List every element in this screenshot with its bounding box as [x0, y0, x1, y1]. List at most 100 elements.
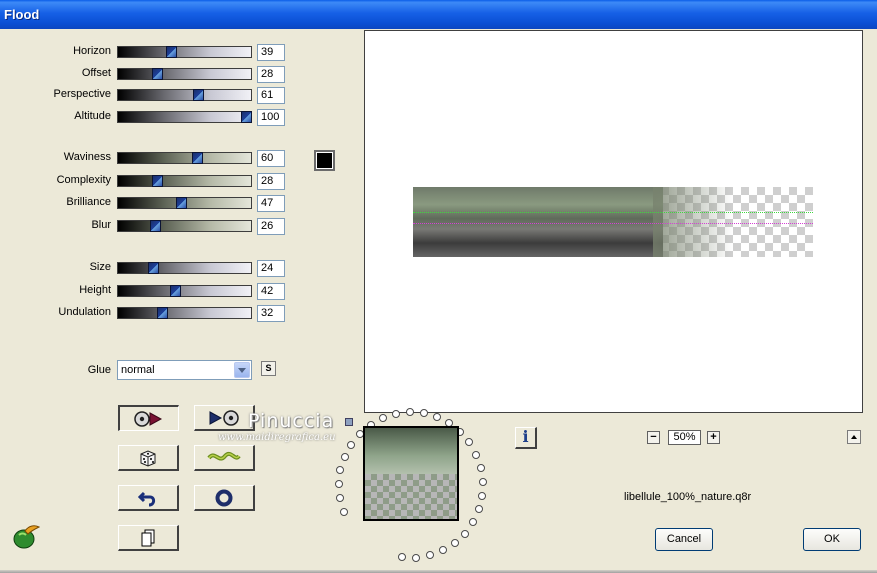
slider-thumb[interactable]: [193, 89, 205, 101]
ring-dot[interactable]: [476, 463, 485, 472]
ring-dot[interactable]: [347, 440, 356, 449]
slider-thumb[interactable]: [169, 285, 181, 297]
copy-button[interactable]: [118, 525, 179, 551]
slider-value-field[interactable]: 47: [257, 195, 285, 212]
slider-row-undulation: Undulation 32: [0, 305, 300, 322]
preview-photo-region: [413, 187, 663, 257]
reset-left-button[interactable]: [118, 405, 179, 431]
slider-thumb[interactable]: [157, 307, 169, 319]
slider-row-brilliance: Brilliance 47: [0, 195, 300, 212]
ring-dot[interactable]: [335, 480, 343, 489]
slider-track-undulation[interactable]: [117, 307, 252, 319]
zoom-level: 50%: [668, 430, 701, 445]
slider-track-horizon[interactable]: [117, 46, 252, 58]
glue-select[interactable]: normal: [117, 360, 252, 380]
reset-right-button[interactable]: [194, 405, 255, 431]
slider-track-altitude[interactable]: [117, 111, 252, 123]
slider-track-complexity[interactable]: [117, 175, 252, 187]
ring-dot[interactable]: [425, 551, 434, 560]
ring-dot[interactable]: [391, 409, 400, 418]
slider-label: Blur: [91, 219, 111, 231]
slider-value-field[interactable]: 28: [257, 66, 285, 83]
undo-button[interactable]: [118, 485, 179, 511]
ring-dot[interactable]: [419, 409, 428, 418]
zoom-in-button[interactable]: +: [707, 431, 720, 444]
ring-dot[interactable]: [412, 553, 421, 562]
wave-icon: [207, 451, 241, 461]
ring-dot[interactable]: [405, 408, 414, 416]
ring-dot[interactable]: [460, 529, 469, 538]
watermark-name: Pinuccia: [248, 410, 335, 432]
ring-dot[interactable]: [478, 477, 487, 486]
ring-dot[interactable]: [432, 412, 441, 421]
info-button[interactable]: i: [515, 427, 537, 449]
slider-thumb[interactable]: [152, 175, 164, 187]
ring-dot[interactable]: [472, 450, 481, 459]
slider-thumb[interactable]: [147, 262, 159, 274]
ring-dot[interactable]: [474, 505, 483, 514]
slider-track-waviness[interactable]: [117, 152, 252, 164]
ring-dot[interactable]: [398, 553, 407, 562]
thumbnail-photo: [365, 428, 457, 474]
preview-canvas[interactable]: [364, 30, 863, 413]
slider-track-brilliance[interactable]: [117, 197, 252, 209]
slider-row-size: Size 24: [0, 260, 300, 277]
glue-select-value: normal: [121, 364, 155, 376]
slider-value-field[interactable]: 42: [257, 283, 285, 300]
slider-track-height[interactable]: [117, 285, 252, 297]
slider-row-complexity: Complexity 28: [0, 173, 300, 190]
ring-dot[interactable]: [336, 494, 345, 503]
random-button[interactable]: [118, 445, 179, 471]
ring-dot[interactable]: [450, 539, 459, 548]
ring-dot[interactable]: [468, 518, 477, 527]
slider-value-field[interactable]: 28: [257, 173, 285, 190]
wave-button[interactable]: [194, 445, 255, 471]
slider-value-field[interactable]: 32: [257, 305, 285, 322]
slider-thumb[interactable]: [241, 111, 252, 123]
slider-value-field[interactable]: 26: [257, 218, 285, 235]
ok-button[interactable]: OK: [803, 528, 861, 551]
slider-track-perspective[interactable]: [117, 89, 252, 101]
slider-row-height: Height 42: [0, 283, 300, 300]
navigator-thumbnail[interactable]: [363, 426, 459, 521]
slider-thumb[interactable]: [191, 152, 203, 164]
flood-preview-image: [413, 187, 813, 257]
slider-thumb[interactable]: [165, 46, 177, 58]
slider-track-offset[interactable]: [117, 68, 252, 80]
slider-value-field[interactable]: 60: [257, 150, 285, 167]
cancel-button[interactable]: Cancel: [655, 528, 713, 551]
slider-row-perspective: Perspective 61: [0, 87, 300, 104]
title-bar: Flood: [0, 0, 877, 29]
slider-track-size[interactable]: [117, 262, 252, 274]
glue-label: Glue: [87, 364, 111, 376]
glue-s-button[interactable]: S: [261, 361, 276, 376]
waterline-guide-line[interactable]: [413, 223, 813, 224]
ring-button[interactable]: [194, 485, 255, 511]
slider-track-blur[interactable]: [117, 220, 252, 232]
ring-handle-start[interactable]: [345, 418, 353, 426]
color-swatch[interactable]: [314, 150, 335, 171]
panel-toggle-up-icon[interactable]: [847, 430, 861, 444]
ring-dot[interactable]: [378, 413, 387, 422]
ring-icon: [215, 489, 233, 506]
ring-dot[interactable]: [465, 438, 474, 447]
slider-thumb[interactable]: [152, 68, 164, 80]
slider-thumb[interactable]: [175, 197, 187, 209]
slider-row-altitude: Altitude 100: [0, 109, 300, 126]
ring-dot[interactable]: [438, 546, 447, 555]
ring-dot[interactable]: [336, 466, 345, 475]
chevron-down-icon[interactable]: [234, 362, 250, 378]
slider-label: Offset: [81, 67, 111, 79]
slider-thumb[interactable]: [149, 220, 161, 232]
ring-dot[interactable]: [478, 491, 487, 500]
slider-value-field[interactable]: 61: [257, 87, 285, 104]
ring-dot[interactable]: [340, 507, 349, 516]
slider-value-field[interactable]: 24: [257, 260, 285, 277]
ring-dot[interactable]: [340, 452, 349, 461]
slider-value-field[interactable]: 39: [257, 44, 285, 61]
slider-value-field[interactable]: 100: [257, 109, 285, 126]
preview-fade-region: [653, 187, 733, 257]
horizon-guide-line[interactable]: [413, 212, 813, 213]
zoom-out-button[interactable]: −: [647, 431, 660, 444]
slider-label: Height: [79, 284, 111, 296]
